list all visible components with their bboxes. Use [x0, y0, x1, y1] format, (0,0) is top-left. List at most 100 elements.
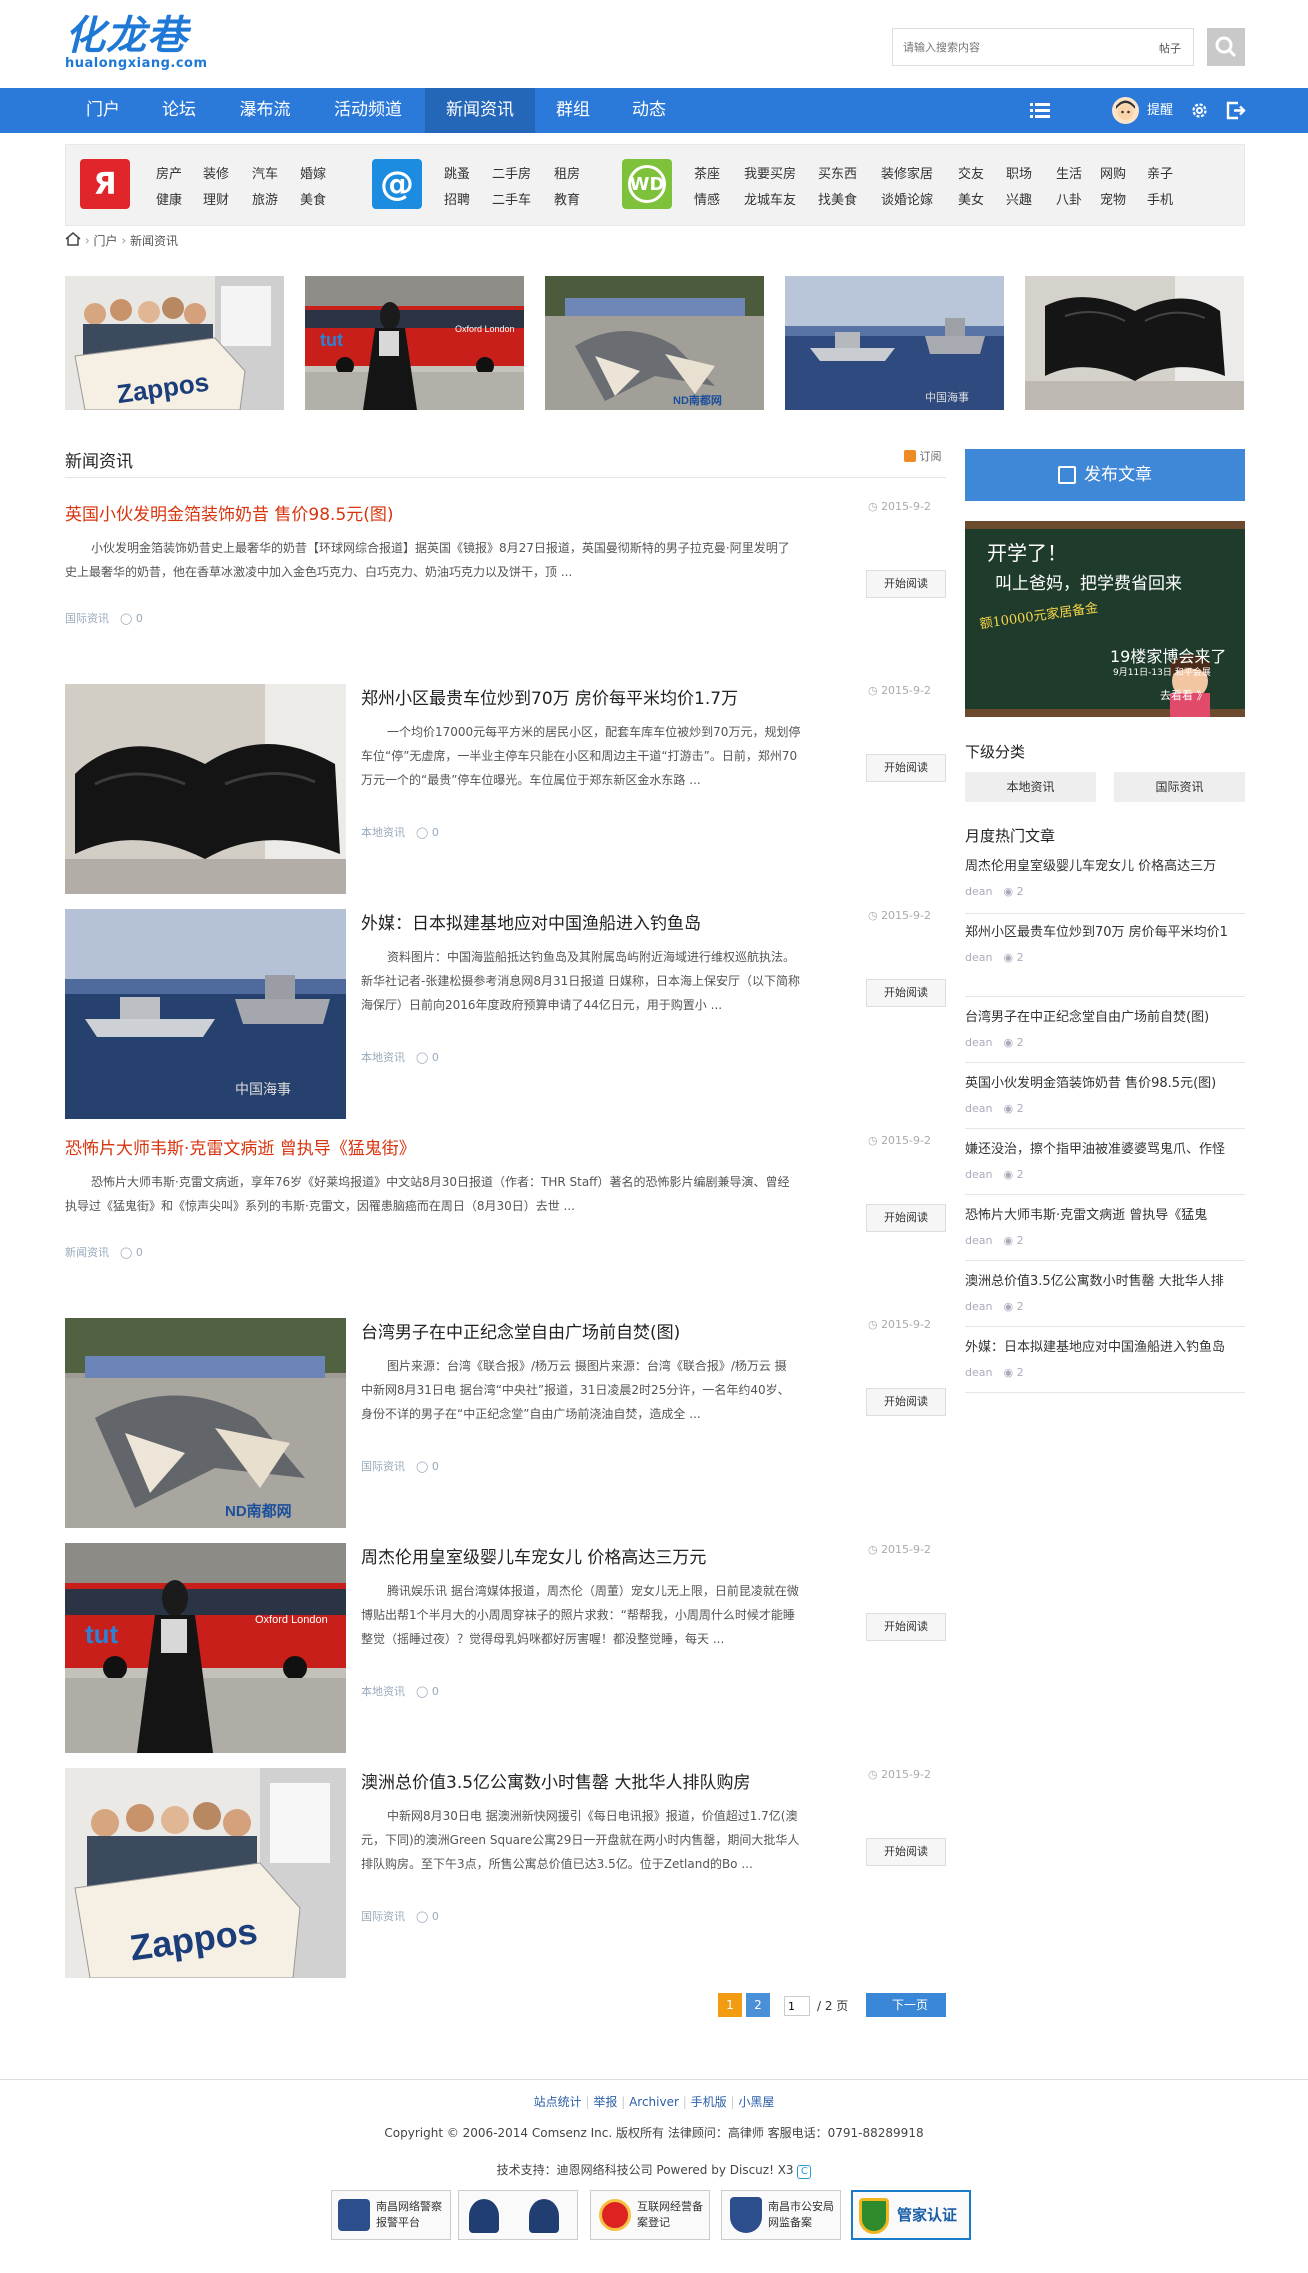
article-image[interactable]: 中国海事: [65, 909, 346, 1119]
remind-link[interactable]: 提醒: [1147, 88, 1173, 133]
hot-article-title[interactable]: 郑州小区最贵车位炒到70万 房价每平米均价1: [965, 923, 1245, 943]
article-category[interactable]: 国际资讯: [361, 1460, 405, 1473]
footer-link-mobile[interactable]: 手机版: [691, 2095, 727, 2109]
hot-article-title[interactable]: 外媒：日本拟建基地应对中国渔船进入钓鱼岛: [965, 1338, 1245, 1358]
cat-link[interactable]: 房产: [156, 163, 182, 182]
banner-cta[interactable]: 去看看 》: [1160, 687, 1208, 703]
article-title[interactable]: 恐怖片大师韦斯·克雷文病逝 曾执导《猛鬼街》: [65, 1134, 416, 1159]
footer-link-report[interactable]: 举报: [593, 2095, 617, 2109]
article-image[interactable]: ND南都网: [65, 1318, 346, 1528]
read-button[interactable]: 开始阅读: [866, 1204, 946, 1232]
article-category[interactable]: 国际资讯: [65, 612, 109, 625]
article-category[interactable]: 本地资讯: [361, 826, 405, 839]
article-title[interactable]: 外媒：日本拟建基地应对中国渔船进入钓鱼岛: [361, 909, 701, 934]
footer-link-archiver[interactable]: Archiver: [629, 2095, 679, 2109]
breadcrumb-news[interactable]: 新闻资讯: [130, 234, 178, 248]
cat-link[interactable]: 我要买房: [744, 163, 796, 182]
home-icon[interactable]: [65, 232, 81, 249]
article-title[interactable]: 郑州小区最贵车位炒到70万 房价每平米均价1.7万: [361, 684, 738, 709]
cat-link[interactable]: 婚嫁: [300, 163, 326, 182]
hot-article-title[interactable]: 澳洲总价值3.5亿公寓数小时售罄 大批华人排: [965, 1272, 1245, 1292]
read-button[interactable]: 开始阅读: [866, 1838, 946, 1866]
cat-link[interactable]: 茶座: [694, 163, 720, 182]
article-category[interactable]: 本地资讯: [361, 1051, 405, 1064]
cat-link[interactable]: 兴趣: [1006, 189, 1032, 208]
cat-link[interactable]: 旅游: [252, 189, 278, 208]
slide-thumb-ships[interactable]: 中国海事: [785, 276, 1004, 410]
badge-police-alarm[interactable]: 南昌网络警察报警平台: [331, 2190, 451, 2240]
badge-police-mascots[interactable]: [458, 2190, 578, 2240]
article-title[interactable]: 英国小伙发明金箔装饰奶昔 售价98.5元(图): [65, 500, 394, 525]
cat-link[interactable]: 汽车: [252, 163, 278, 182]
next-page-button[interactable]: 下一页: [866, 1993, 946, 2017]
cat-link[interactable]: 网购: [1100, 163, 1126, 182]
page-1-button[interactable]: 1: [718, 1993, 742, 2017]
badge-manager-cert[interactable]: 管家认证: [851, 2190, 971, 2240]
cat-link[interactable]: 宠物: [1100, 189, 1126, 208]
cat-link[interactable]: 情感: [694, 189, 720, 208]
subcategory-intl[interactable]: 国际资讯: [1114, 772, 1245, 802]
logout-icon[interactable]: [1226, 101, 1246, 146]
footer-link-stats[interactable]: 站点统计: [534, 2095, 582, 2109]
badge-public-security[interactable]: 南昌市公安局网监备案: [721, 2190, 841, 2240]
list-menu-icon[interactable]: [1030, 102, 1050, 147]
rss-subscribe-link[interactable]: 订阅: [904, 448, 942, 464]
search-type-select[interactable]: 帖子: [1159, 40, 1181, 56]
search-button[interactable]: [1207, 28, 1245, 66]
article-title[interactable]: 台湾男子在中正纪念堂自由广场前自焚(图): [361, 1318, 680, 1343]
badge-internet-registration[interactable]: 互联网经营备案登记: [590, 2190, 710, 2240]
nav-item-portal[interactable]: 门户: [70, 88, 136, 133]
nav-item-waterfall[interactable]: 瀑布流: [222, 88, 308, 133]
article-title[interactable]: 澳洲总价值3.5亿公寓数小时售罄 大批华人排队购房: [361, 1768, 750, 1793]
cat-link[interactable]: 八卦: [1056, 189, 1082, 208]
page-2-button[interactable]: 2: [746, 1993, 770, 2017]
cat-link[interactable]: 跳蚤: [444, 163, 470, 182]
hot-article-title[interactable]: 台湾男子在中正纪念堂自由广场前自焚(图): [965, 1008, 1245, 1028]
sidebar-banner[interactable]: 开学了！ 叫上爸妈，把学费省回来 额10000元家居备金 19楼家博会来了 9月…: [965, 521, 1245, 717]
cat-link[interactable]: 美食: [300, 189, 326, 208]
cat-link[interactable]: 买东西: [818, 163, 857, 182]
site-logo[interactable]: 化龙巷 hualongxiang.com: [65, 14, 208, 71]
slide-thumb-bus[interactable]: tut Oxford London: [305, 276, 524, 410]
article-image[interactable]: Zappos: [65, 1768, 346, 1978]
cat-link[interactable]: 手机: [1147, 189, 1173, 208]
settings-gear-icon[interactable]: [1190, 101, 1209, 146]
article-image[interactable]: [65, 684, 346, 894]
article-category[interactable]: 本地资讯: [361, 1685, 405, 1698]
cat-link[interactable]: 二手车: [492, 189, 531, 208]
cat-link[interactable]: 理财: [203, 189, 229, 208]
nav-item-groups[interactable]: 群组: [540, 88, 606, 133]
read-button[interactable]: 开始阅读: [866, 979, 946, 1007]
cat-link[interactable]: 职场: [1006, 163, 1032, 182]
cat-link[interactable]: 教育: [554, 189, 580, 208]
cat-link[interactable]: 健康: [156, 189, 182, 208]
page-jump-input[interactable]: [784, 1996, 810, 2016]
cat-link[interactable]: 生活: [1056, 163, 1082, 182]
slide-thumb-protest[interactable]: ND南都网: [545, 276, 764, 410]
article-category[interactable]: 国际资讯: [361, 1910, 405, 1923]
article-image[interactable]: tut Oxford London: [65, 1543, 346, 1753]
read-button[interactable]: 开始阅读: [866, 570, 946, 598]
cat-link[interactable]: 龙城车友: [744, 189, 796, 208]
nav-item-events[interactable]: 活动频道: [318, 88, 418, 133]
search-input[interactable]: [893, 29, 1113, 65]
hot-article-title[interactable]: 嫌还没治，擦个指甲油被准婆婆骂鬼爪、作怪: [965, 1140, 1245, 1160]
read-button[interactable]: 开始阅读: [866, 1388, 946, 1416]
article-category[interactable]: 新闻资讯: [65, 1246, 109, 1259]
slide-thumb-car-pillow[interactable]: [1025, 276, 1244, 410]
avatar[interactable]: [1112, 97, 1139, 124]
article-title[interactable]: 周杰伦用皇室级婴儿车宠女儿 价格高达三万元: [361, 1543, 706, 1568]
nav-item-news[interactable]: 新闻资讯: [425, 88, 535, 133]
cat-link[interactable]: 交友: [958, 163, 984, 182]
publish-article-button[interactable]: 发布文章: [965, 449, 1245, 501]
nav-item-feed[interactable]: 动态: [616, 88, 682, 133]
cat-link[interactable]: 租房: [554, 163, 580, 182]
footer-link-blackroom[interactable]: 小黑屋: [738, 2095, 774, 2109]
read-button[interactable]: 开始阅读: [866, 754, 946, 782]
nav-item-forum[interactable]: 论坛: [146, 88, 212, 133]
cat-link[interactable]: 二手房: [492, 163, 531, 182]
cat-link[interactable]: 美女: [958, 189, 984, 208]
hot-article-title[interactable]: 恐怖片大师韦斯·克雷文病逝 曾执导《猛鬼: [965, 1206, 1245, 1226]
cat-link[interactable]: 亲子: [1147, 163, 1173, 182]
cat-link[interactable]: 装修: [203, 163, 229, 182]
